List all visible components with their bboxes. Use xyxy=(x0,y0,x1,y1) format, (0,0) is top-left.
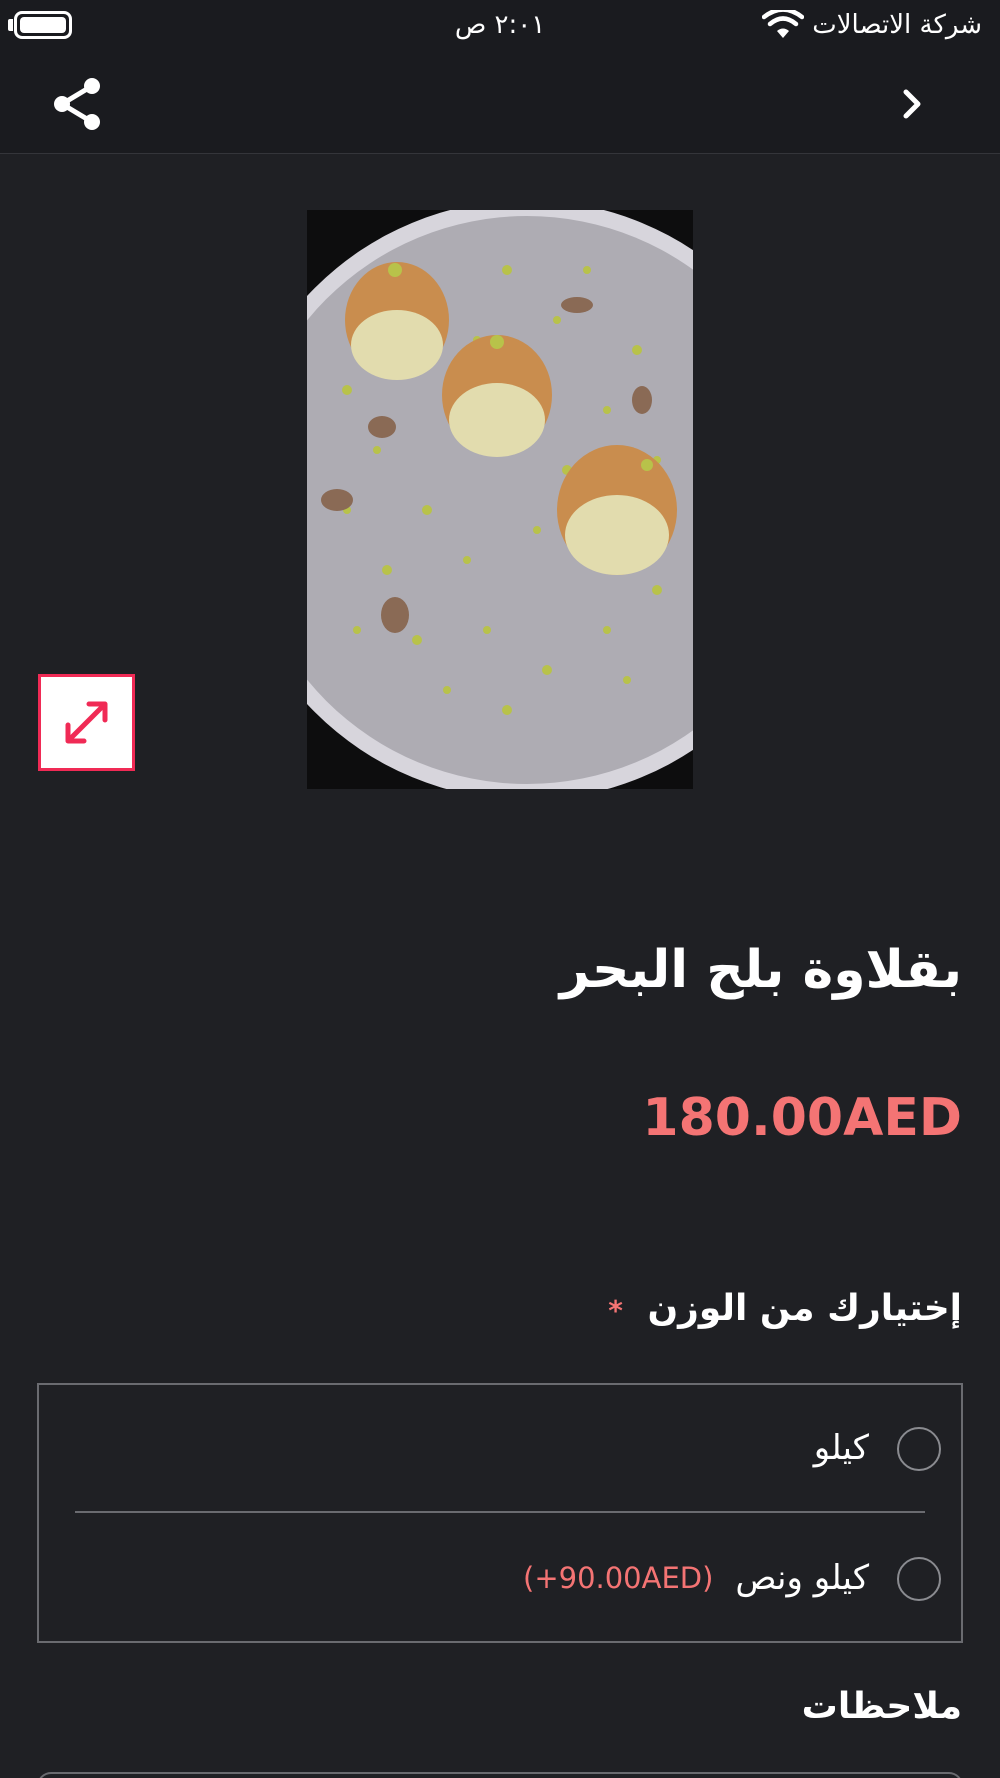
option-label: كيلو ونص xyxy=(735,1558,869,1598)
product-image xyxy=(307,210,693,789)
status-bar: ٢:٠١ ص شركة الاتصالات xyxy=(0,0,1000,52)
weight-option-kilo[interactable]: كيلو xyxy=(39,1385,961,1513)
product-price: 180.00AED xyxy=(642,1088,962,1148)
weight-options: كيلو كيلو ونص (+90.00AED) xyxy=(37,1383,963,1643)
expand-icon xyxy=(65,701,108,744)
carrier-name: شركة الاتصالات xyxy=(812,10,982,40)
option-divider xyxy=(75,1511,925,1513)
baklava-photo xyxy=(307,210,693,789)
status-time: ٢:٠١ ص xyxy=(454,10,546,40)
product-title: بقلاوة بلح البحر xyxy=(559,940,962,1000)
weight-option-kilo-and-half[interactable]: كيلو ونص (+90.00AED) xyxy=(39,1515,961,1643)
radio-button[interactable] xyxy=(897,1557,941,1601)
notes-input[interactable] xyxy=(37,1772,963,1778)
share-icon[interactable] xyxy=(48,74,108,134)
battery-icon xyxy=(14,11,72,39)
wifi-icon xyxy=(762,10,804,38)
expand-image-button[interactable] xyxy=(38,674,135,771)
chevron-right-icon[interactable] xyxy=(888,80,936,128)
nav-bar xyxy=(0,52,1000,154)
notes-label: ملاحظات xyxy=(801,1686,962,1727)
weight-section-label: إختيارك من الوزن xyxy=(647,1288,962,1329)
battery-cap xyxy=(8,19,13,31)
required-mark: * xyxy=(608,1294,623,1327)
option-extra-price: (+90.00AED) xyxy=(523,1561,714,1595)
option-label: كيلو xyxy=(813,1428,869,1468)
radio-button[interactable] xyxy=(897,1427,941,1471)
weight-section-title: إختيارك من الوزن * xyxy=(262,1285,962,1335)
